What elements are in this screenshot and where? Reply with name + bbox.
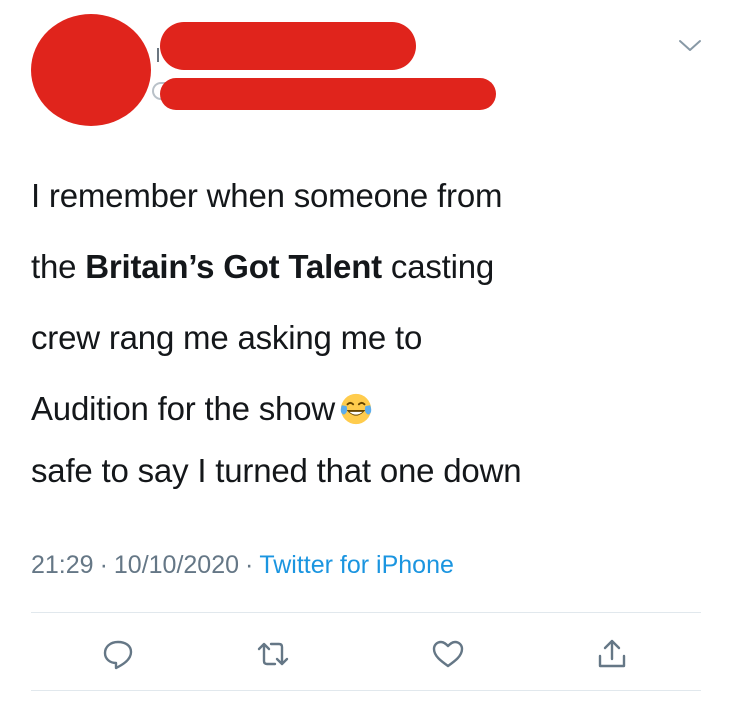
- like-icon: [432, 640, 464, 668]
- tweet-line-2-end: casting: [381, 248, 495, 285]
- tweet-text: I remember when someone from the Britain…: [31, 160, 711, 444]
- handle-redaction: [160, 78, 496, 110]
- reply-button[interactable]: [98, 636, 138, 672]
- tweet-meta: 21:29 · 10/10/2020 · Twitter for iPhone: [31, 545, 454, 585]
- tweet-line-2: the Britain’s Got Talent casting: [31, 231, 711, 302]
- tweet-bold-show-name: Britain’s Got Talent: [85, 248, 382, 285]
- tweet-line-2-start: the: [31, 248, 86, 285]
- tweet-line-3: crew rang me asking me to: [31, 302, 711, 373]
- retweet-button[interactable]: [253, 636, 293, 672]
- tweet-line-4: Audition for the show: [31, 373, 711, 444]
- display-name-redaction: [160, 22, 416, 70]
- action-bar: [0, 628, 732, 678]
- tweet-line-3-text: crew rang me asking me to: [31, 319, 423, 356]
- share-icon: [598, 639, 626, 668]
- tweet: I remember when someone from the Britain…: [0, 0, 732, 701]
- tweet-line-1: I remember when someone from: [31, 160, 711, 231]
- like-button[interactable]: [428, 636, 468, 672]
- meta-separator: ·: [245, 551, 254, 579]
- tweet-line-4-text: Audition for the show: [31, 390, 335, 427]
- tweet-date: 10/10/2020: [113, 551, 240, 579]
- retweet-icon: [257, 642, 289, 666]
- display-name-stub: [157, 48, 159, 62]
- tweet-source-link[interactable]: Twitter for iPhone: [259, 551, 454, 579]
- face-with-tears-of-joy-icon: [340, 393, 372, 425]
- reply-icon: [103, 640, 133, 670]
- avatar-redaction: [31, 14, 151, 126]
- tweet-line-1-text: I remember when someone from: [31, 177, 503, 214]
- tweet-time: 21:29: [31, 551, 94, 579]
- divider: [31, 690, 701, 691]
- share-button[interactable]: [592, 636, 632, 672]
- chevron-down-icon[interactable]: [677, 36, 703, 54]
- tweet-second-paragraph: safe to say I turned that one down: [31, 452, 522, 489]
- divider: [31, 612, 701, 613]
- meta-separator: ·: [99, 551, 108, 579]
